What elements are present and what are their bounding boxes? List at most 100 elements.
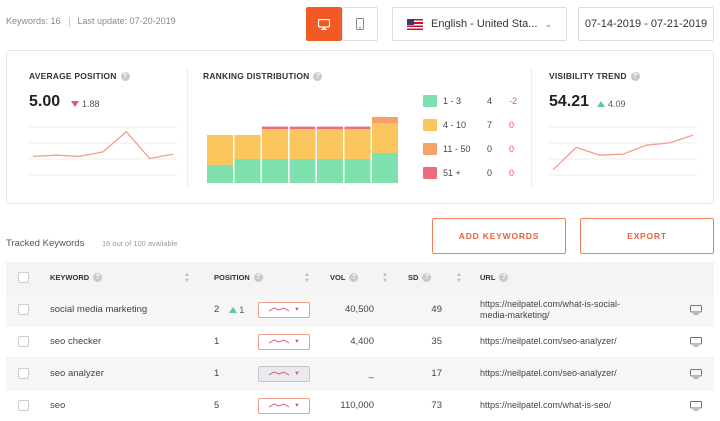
keyword-header[interactable]: KEYWORD? (50, 262, 103, 293)
help-icon[interactable]: ? (499, 273, 509, 282)
date-range-picker[interactable]: 07-14-2019 - 07-21-2019 (578, 7, 714, 41)
help-icon[interactable]: ? (630, 71, 640, 81)
legend-row-11-50: 11 - 50 0 0 (423, 143, 514, 155)
desktop-icon (318, 18, 330, 30)
row-checkbox[interactable] (18, 304, 29, 315)
desktop-icon[interactable] (690, 305, 702, 315)
mobile-toggle-button[interactable] (342, 7, 378, 41)
bar-segment-4-10 (372, 123, 398, 153)
url-text: https://neilpatel.com/seo-analyzer/ (480, 336, 617, 346)
us-flag-icon (407, 18, 423, 30)
help-icon[interactable]: ? (313, 71, 323, 81)
desktop-toggle-button[interactable] (306, 7, 342, 41)
sd-header[interactable]: SD? (408, 262, 432, 293)
visibility-trend-title: VISIBILITY TREND? (549, 71, 640, 81)
position-value: 2 (214, 304, 220, 315)
url-text: https://neilpatel.com/what-is-social- (480, 298, 621, 309)
url-header[interactable]: URL? (480, 262, 509, 293)
ranking-distribution-title: RANKING DISTRIBUTION? (203, 71, 323, 81)
caret-down-icon: ▼ (294, 371, 300, 377)
row-checkbox[interactable] (18, 368, 29, 379)
position-trend-dropdown[interactable]: ▼ (258, 398, 310, 414)
keyword-cell: social media marketing (50, 304, 148, 315)
sort-icon[interactable]: ▲ ▼ (184, 272, 190, 284)
help-icon[interactable]: ? (422, 273, 432, 282)
vol-header[interactable]: VOL? (330, 262, 359, 293)
bar-segment-51plus (262, 126, 288, 129)
bar-segment-51plus (344, 126, 371, 129)
bar-segment-51plus (317, 126, 343, 129)
sort-icon[interactable]: ▲ ▼ (382, 272, 388, 284)
bar-segment-1-3 (344, 159, 371, 183)
export-button[interactable]: EXPORT (580, 218, 714, 254)
url-cell[interactable]: https://neilpatel.com/seo-analyzer/ (480, 326, 617, 357)
tracked-keywords-subtitle: 16 out of 100 available (102, 239, 178, 248)
bar-segment-1-3 (372, 153, 398, 183)
visibility-trend-value: 54.21 (549, 93, 590, 110)
mobile-icon (356, 18, 364, 30)
bar-segment-4-10 (344, 129, 371, 159)
position-trend-dropdown[interactable]: ▼ (258, 366, 310, 382)
keyword-cell: seo checker (50, 336, 102, 347)
bar-segment-4-10 (207, 135, 233, 165)
row-checkbox-cell (18, 390, 29, 421)
trend-line-icon (268, 339, 290, 344)
vol-header-label: VOL (330, 273, 346, 282)
average-position-title-text: AVERAGE POSITION (29, 71, 117, 81)
legend-count: 0 (487, 168, 493, 178)
url-cell[interactable]: https://neilpatel.com/what-is-social- me… (480, 294, 620, 325)
legend-swatch (423, 119, 437, 131)
help-icon[interactable]: ? (253, 273, 263, 282)
position-change-value: 1 (239, 304, 245, 315)
arrow-up-icon (597, 101, 605, 107)
legend-swatch (423, 95, 437, 107)
url-cell[interactable]: https://neilpatel.com/seo-analyzer/ (480, 358, 617, 389)
bar-segment-1-3 (207, 165, 233, 183)
help-icon[interactable]: ? (120, 71, 130, 81)
position-cell: 2 1 (214, 294, 244, 325)
keyword-header-label: KEYWORD (50, 273, 90, 282)
average-position-value: 5.00 (29, 93, 61, 110)
language-value: English - United Sta... (431, 18, 538, 30)
help-icon[interactable]: ? (93, 273, 103, 282)
legend-count: 7 (487, 120, 493, 130)
url-cell[interactable]: https://neilpatel.com/what-is-seo/ (480, 390, 611, 421)
desktop-icon[interactable] (690, 337, 702, 347)
sd-cell: 17 (431, 368, 442, 379)
table-row[interactable]: seo checker 1 ▼ 4,400 35 https://neilpat… (6, 326, 714, 358)
desktop-icon[interactable] (690, 401, 702, 411)
sort-icon[interactable]: ▲ ▼ (456, 272, 462, 284)
visibility-trend-delta-value: 4.09 (608, 99, 626, 109)
desktop-icon[interactable] (690, 369, 702, 379)
row-checkbox[interactable] (18, 336, 29, 347)
url-text: https://neilpatel.com/seo-analyzer/ (480, 368, 617, 378)
divider (187, 67, 188, 187)
last-update: Last update: 07-20-2019 (77, 16, 176, 26)
keywords-count: Keywords: 16 (6, 16, 61, 26)
position-trend-dropdown[interactable]: ▼ (258, 302, 310, 318)
table-row[interactable]: seo analyzer 1 ▼ _ 17 https://neilpatel.… (6, 358, 714, 390)
add-keywords-button[interactable]: ADD KEYWORDS (432, 218, 566, 254)
sd-cell: 73 (431, 400, 442, 411)
legend-label: 1 - 3 (443, 96, 462, 106)
language-select[interactable]: English - United Sta... ⌄ (392, 7, 567, 41)
legend-count: 4 (487, 96, 493, 106)
sort-icon[interactable]: ▲ ▼ (304, 272, 310, 284)
position-trend-dropdown[interactable]: ▼ (258, 334, 310, 350)
tracked-keywords-title: Tracked Keywords (6, 238, 85, 249)
table-row[interactable]: social media marketing 2 1 ▼ 40,500 49 h… (6, 294, 714, 326)
average-position-delta: 1.88 (71, 99, 100, 109)
date-range-value: 07-14-2019 - 07-21-2019 (584, 18, 708, 30)
help-icon[interactable]: ? (349, 273, 359, 282)
table-row[interactable]: seo 5 ▼ 110,000 73 https://neilpatel.com… (6, 390, 714, 421)
bar-segment-4-10 (317, 129, 343, 159)
select-all-checkbox[interactable] (18, 272, 29, 283)
caret-down-icon: ▼ (294, 403, 300, 409)
bar-segment-4-10 (262, 129, 288, 159)
position-header[interactable]: POSITION? (214, 262, 263, 293)
vol-cell: 110,000 (340, 400, 374, 411)
row-checkbox[interactable] (18, 400, 29, 411)
keyword-cell: seo (50, 400, 66, 411)
legend-change: 0 (509, 144, 515, 154)
average-position-title: AVERAGE POSITION? (29, 71, 130, 81)
